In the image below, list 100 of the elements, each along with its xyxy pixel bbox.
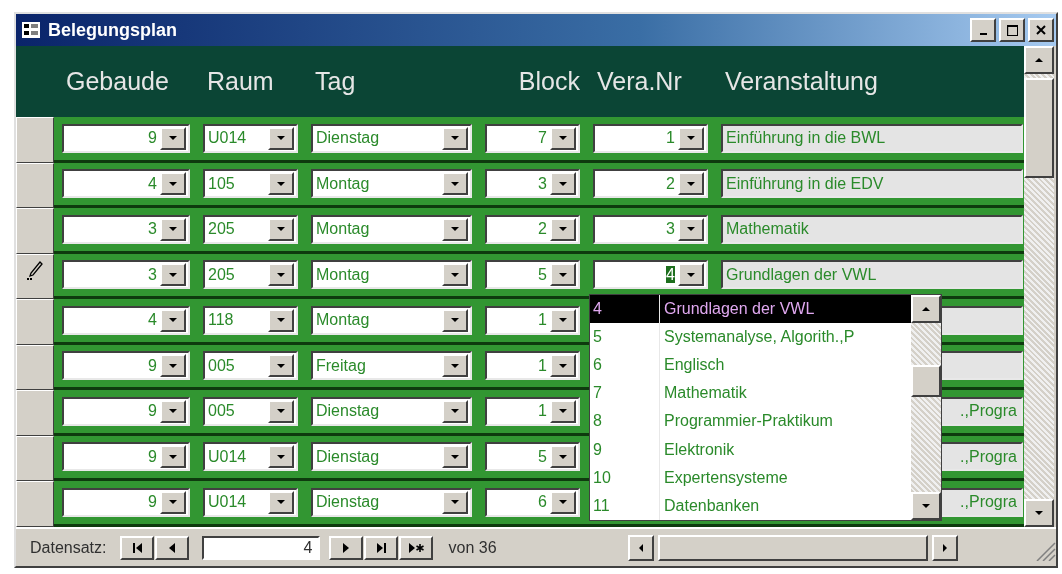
dropdown-button[interactable] (160, 126, 186, 150)
dropdown-button[interactable] (160, 172, 186, 196)
list-item[interactable]: 6 Englisch (590, 351, 911, 380)
dropdown-field[interactable]: 1 (593, 123, 708, 153)
list-item[interactable]: 11 Datenbanken (590, 491, 911, 520)
dropdown-button[interactable] (442, 490, 468, 514)
scroll-right-button[interactable] (932, 534, 959, 561)
record-selector[interactable] (16, 162, 54, 208)
scrollbar[interactable] (911, 295, 941, 520)
dropdown-field[interactable]: 118 (203, 305, 298, 335)
dropdown-field[interactable]: 7 (485, 123, 580, 153)
dropdown-field[interactable]: 4 (593, 260, 708, 290)
dropdown-button[interactable] (550, 445, 576, 469)
record-selector[interactable] (16, 344, 54, 390)
list-item[interactable]: 9 Elektronik (590, 435, 911, 464)
dropdown-button[interactable] (160, 263, 186, 287)
dropdown-field[interactable]: 4 (62, 305, 190, 335)
first-record-button[interactable] (120, 535, 155, 560)
dropdown-button[interactable] (160, 445, 186, 469)
dropdown-button[interactable] (678, 217, 704, 241)
dropdown-button[interactable] (550, 263, 576, 287)
dropdown-button[interactable] (550, 126, 576, 150)
dropdown-field[interactable]: 205 (203, 214, 298, 244)
scroll-thumb[interactable] (658, 534, 929, 561)
scroll-left-button[interactable] (628, 534, 655, 561)
dropdown-button[interactable] (160, 490, 186, 514)
dropdown-button[interactable] (268, 263, 294, 287)
dropdown-field[interactable]: 3 (593, 214, 708, 244)
record-number-field[interactable]: 4 (202, 535, 321, 560)
dropdown-button[interactable] (268, 354, 294, 378)
dropdown-button[interactable] (550, 354, 576, 378)
dropdown-field[interactable]: 3 (485, 169, 580, 199)
dropdown-button[interactable] (442, 399, 468, 423)
dropdown-button[interactable] (442, 445, 468, 469)
dropdown-field[interactable]: Montag (311, 260, 472, 290)
list-item[interactable]: 10 Expertensysteme (590, 463, 911, 492)
dropdown-button[interactable] (678, 126, 704, 150)
dropdown-field[interactable]: 205 (203, 260, 298, 290)
maximize-button[interactable] (999, 18, 1025, 42)
dropdown-field[interactable]: 2 (593, 169, 708, 199)
dropdown-field[interactable]: 9 (62, 442, 190, 472)
close-button[interactable] (1028, 18, 1054, 42)
dropdown-field[interactable]: 3 (62, 260, 190, 290)
dropdown-button[interactable] (678, 263, 704, 287)
dropdown-field[interactable]: 9 (62, 487, 190, 517)
scroll-thumb[interactable] (1024, 78, 1054, 178)
dropdown-field[interactable]: 3 (62, 214, 190, 244)
dropdown-button[interactable] (550, 308, 576, 332)
dropdown-button[interactable] (160, 354, 186, 378)
text-field[interactable]: Einführung in die BWL (721, 123, 1023, 153)
scroll-up-button[interactable] (1024, 46, 1054, 74)
record-selector[interactable] (16, 208, 54, 254)
dropdown-field[interactable]: 6 (485, 487, 580, 517)
dropdown-button[interactable] (160, 217, 186, 241)
dropdown-button[interactable] (442, 263, 468, 287)
dropdown-field[interactable]: U014 (203, 487, 298, 517)
scroll-down-button[interactable] (911, 492, 941, 520)
text-field[interactable]: Mathematik (721, 214, 1023, 244)
dropdown-field[interactable]: Freitag (311, 351, 472, 381)
dropdown-button[interactable] (442, 354, 468, 378)
dropdown-button[interactable] (442, 172, 468, 196)
dropdown-button[interactable] (268, 399, 294, 423)
scroll-thumb[interactable] (911, 365, 941, 397)
dropdown-button[interactable] (550, 490, 576, 514)
scrollbar[interactable] (1024, 46, 1054, 527)
dropdown-button[interactable] (268, 217, 294, 241)
dropdown-field[interactable]: Dienstag (311, 487, 472, 517)
previous-record-button[interactable] (155, 535, 190, 560)
minimize-button[interactable] (970, 18, 996, 42)
last-record-button[interactable] (364, 535, 399, 560)
dropdown-field[interactable]: 005 (203, 351, 298, 381)
record-selector[interactable] (16, 299, 54, 345)
dropdown-button[interactable] (160, 308, 186, 332)
record-selector[interactable] (16, 481, 54, 527)
dropdown-field[interactable]: U014 (203, 123, 298, 153)
dropdown-button[interactable] (268, 445, 294, 469)
text-field[interactable]: Einführung in die EDV (721, 169, 1023, 199)
list-item[interactable]: 5 Systemanalyse, Algorith.,P (590, 323, 911, 352)
dropdown-field[interactable]: 1 (485, 305, 580, 335)
dropdown-field[interactable]: Montag (311, 169, 472, 199)
record-selector[interactable] (16, 117, 54, 163)
dropdown-field[interactable]: Dienstag (311, 442, 472, 472)
dropdown-button[interactable] (550, 217, 576, 241)
text-field[interactable]: Grundlagen der VWL (721, 260, 1023, 290)
record-selector[interactable] (16, 435, 54, 481)
dropdown-button[interactable] (550, 399, 576, 423)
dropdown-button[interactable] (442, 126, 468, 150)
dropdown-field[interactable]: 1 (485, 396, 580, 426)
dropdown-button[interactable] (678, 172, 704, 196)
dropdown-button[interactable] (268, 490, 294, 514)
dropdown-field[interactable]: 1 (485, 351, 580, 381)
dropdown-field[interactable]: 4 (62, 169, 190, 199)
dropdown-field[interactable]: 9 (62, 123, 190, 153)
dropdown-field[interactable]: 5 (485, 442, 580, 472)
dropdown-button[interactable] (268, 172, 294, 196)
dropdown-field[interactable]: 5 (485, 260, 580, 290)
list-item[interactable]: 8 Programmier-Praktikum (590, 407, 911, 436)
list-item[interactable]: 7 Mathematik (590, 379, 911, 408)
dropdown-button[interactable] (160, 399, 186, 423)
dropdown-field[interactable]: Dienstag (311, 123, 472, 153)
